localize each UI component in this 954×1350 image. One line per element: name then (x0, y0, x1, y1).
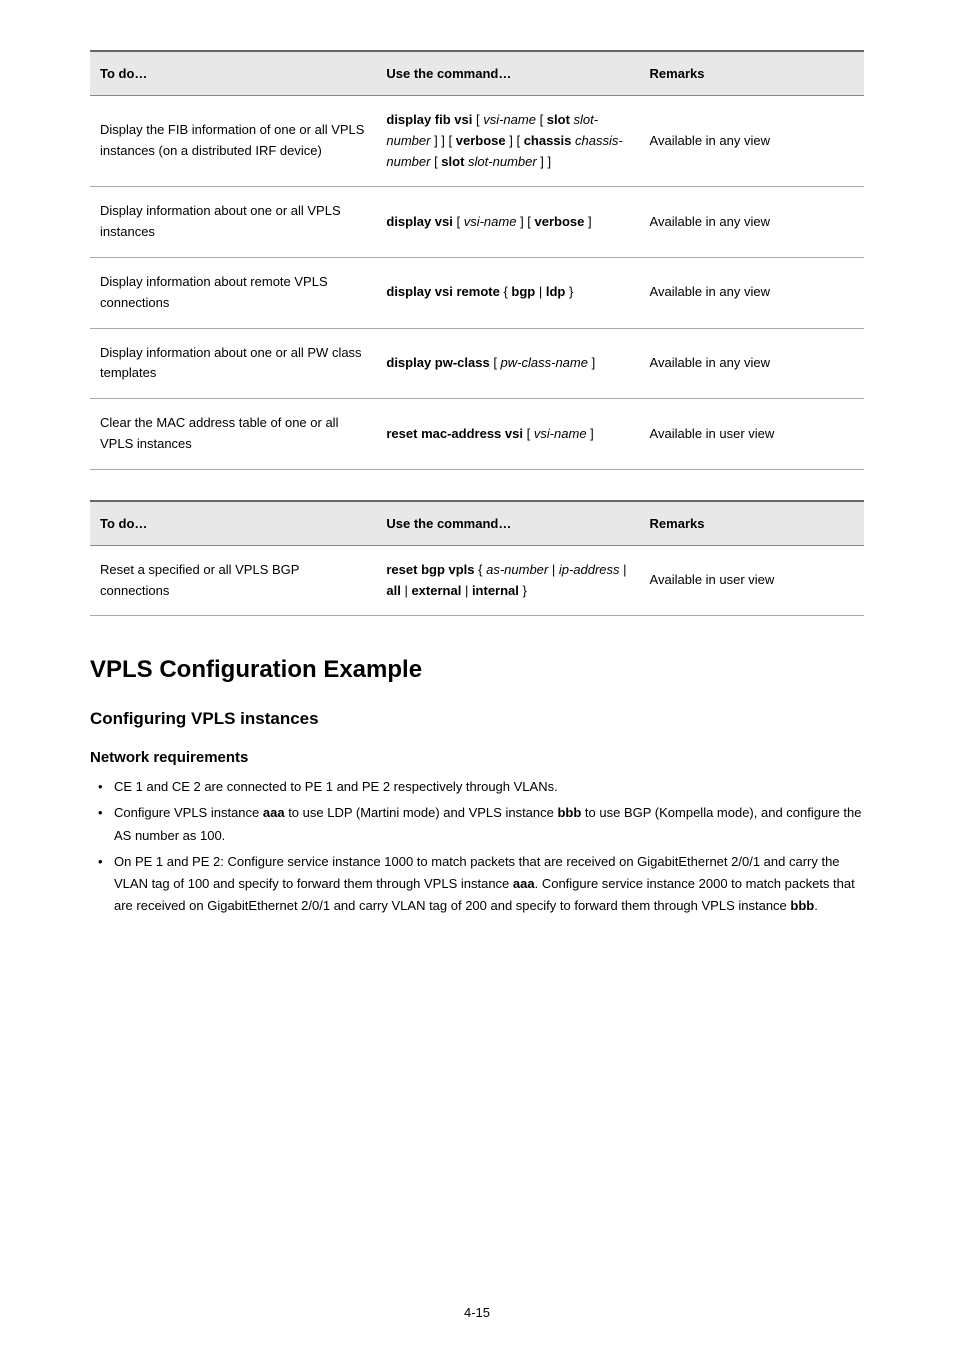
cell-remarks: Available in user view (640, 399, 864, 470)
table-row: Clear the MAC address table of one or al… (90, 399, 864, 470)
col-header-todo: To do… (90, 51, 376, 96)
col-header-command: Use the command… (376, 501, 639, 546)
cell-remarks: Available in any view (640, 257, 864, 328)
cell-remarks: Available in any view (640, 96, 864, 187)
list-item: CE 1 and CE 2 are connected to PE 1 and … (114, 776, 864, 798)
heading-configuring: Configuring VPLS instances (90, 709, 864, 729)
table-row: Reset a specified or all VPLS BGP connec… (90, 545, 864, 616)
cell-remarks: Available in any view (640, 328, 864, 399)
cell-command: reset mac-address vsi [ vsi-name ] (376, 399, 639, 470)
table-row: Display information about one or all PW … (90, 328, 864, 399)
cell-desc: Clear the MAC address table of one or al… (90, 399, 376, 470)
col-header-remarks: Remarks (640, 51, 864, 96)
requirements-list: CE 1 and CE 2 are connected to PE 1 and … (90, 776, 864, 917)
table-row: Display information about remote VPLS co… (90, 257, 864, 328)
list-item: On PE 1 and PE 2: Configure service inst… (114, 851, 864, 917)
list-item: Configure VPLS instance aaa to use LDP (… (114, 802, 864, 846)
col-header-todo: To do… (90, 501, 376, 546)
col-header-remarks: Remarks (640, 501, 864, 546)
cell-command: reset bgp vpls { as-number | ip-address … (376, 545, 639, 616)
cell-remarks: Available in any view (640, 187, 864, 258)
page-number: 4-15 (0, 1305, 954, 1320)
cell-command: display pw-class [ pw-class-name ] (376, 328, 639, 399)
table-header-row: To do… Use the command… Remarks (90, 501, 864, 546)
table-reset-commands: To do… Use the command… Remarks Reset a … (90, 500, 864, 617)
heading-network-req: Network requirements (90, 749, 864, 766)
cell-desc: Display the FIB information of one or al… (90, 96, 376, 187)
heading-example: VPLS Configuration Example (90, 656, 864, 684)
table-row: Display the FIB information of one or al… (90, 96, 864, 187)
table-row: Display information about one or all VPL… (90, 187, 864, 258)
cell-command: display vsi [ vsi-name ] [ verbose ] (376, 187, 639, 258)
col-header-command: Use the command… (376, 51, 639, 96)
cell-command: display fib vsi [ vsi-name [ slot slot-n… (376, 96, 639, 187)
cell-desc: Reset a specified or all VPLS BGP connec… (90, 545, 376, 616)
cell-desc: Display information about remote VPLS co… (90, 257, 376, 328)
cell-desc: Display information about one or all VPL… (90, 187, 376, 258)
cell-remarks: Available in user view (640, 545, 864, 616)
cell-command: display vsi remote { bgp | ldp } (376, 257, 639, 328)
table-header-row: To do… Use the command… Remarks (90, 51, 864, 96)
cell-desc: Display information about one or all PW … (90, 328, 376, 399)
table-display-commands: To do… Use the command… Remarks Display … (90, 50, 864, 470)
